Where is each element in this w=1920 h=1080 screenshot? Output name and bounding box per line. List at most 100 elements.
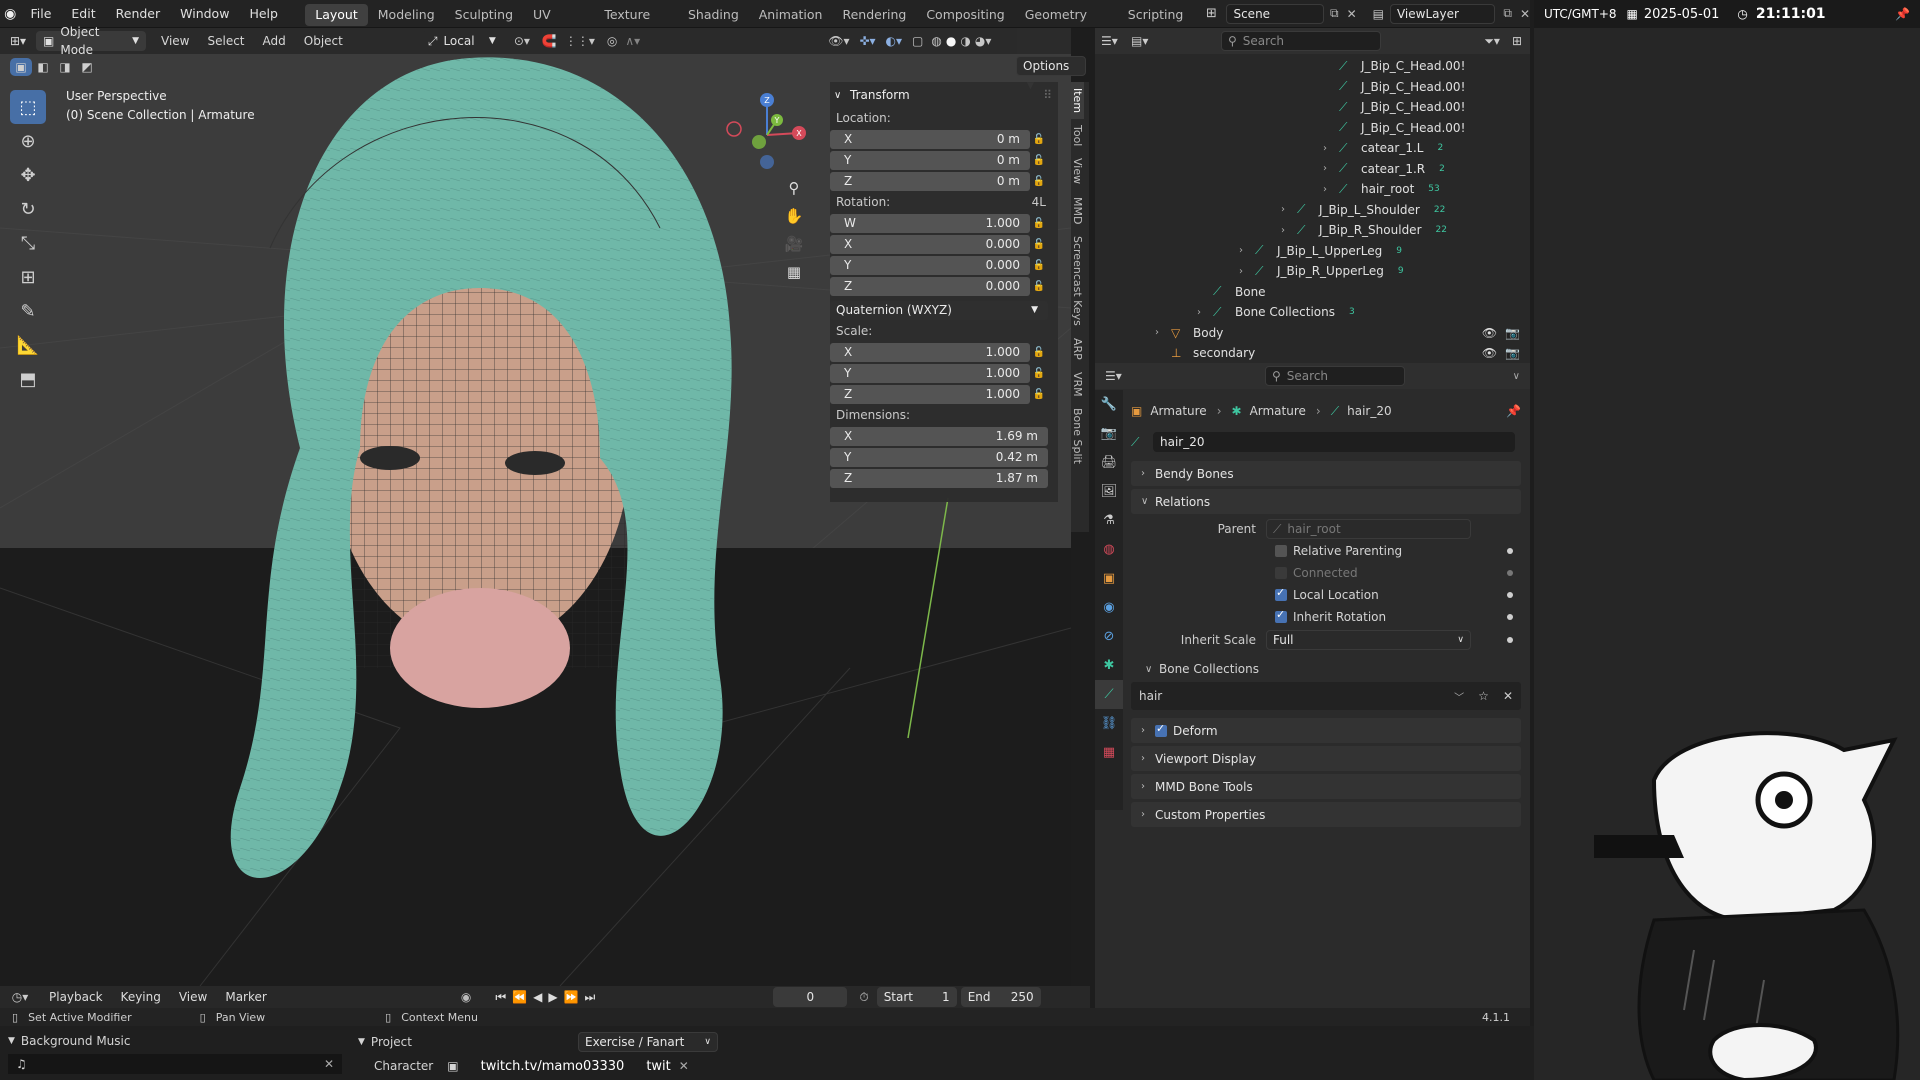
editor-type-icon[interactable]: ◷▾ [0, 990, 40, 1004]
outliner-search-input[interactable]: ⚲ Search [1221, 31, 1381, 51]
measure-icon[interactable]: 📐 [10, 328, 46, 362]
tab-texture-paint[interactable]: Texture Paint [594, 4, 678, 44]
inherit-rotation-checkbox[interactable] [1275, 608, 1287, 623]
location-x-field[interactable]: X0 m [830, 129, 1030, 149]
child-count-badge[interactable]: 3 [1349, 307, 1355, 317]
chevron-right-icon[interactable]: › [1323, 143, 1339, 154]
outliner-row[interactable]: ⟋ J_Bip_C_Head.00! [1095, 97, 1530, 118]
scene-selector[interactable]: Scene [1226, 3, 1324, 24]
chevron-down-icon[interactable]: ∨ [1513, 371, 1520, 382]
outliner-row[interactable]: › ⟋ J_Bip_L_UpperLeg 9 [1095, 241, 1530, 262]
select-subtract-icon[interactable]: ◨ [54, 58, 76, 76]
outliner-row[interactable]: ⟋ Bone [1095, 282, 1530, 303]
add-cube-icon[interactable]: ⬒ [10, 362, 46, 396]
panel-bendy-bones[interactable]: › Bendy Bones [1131, 461, 1521, 486]
scale-z-field[interactable]: Z 1.000 [830, 384, 1030, 404]
display-mode-icon[interactable]: ▤▾ [1131, 34, 1171, 48]
lock-icon[interactable]: 🔓 [1030, 260, 1048, 271]
transform-orientation-selector[interactable]: ⤢ Local ▼ [421, 31, 502, 51]
annotate-icon[interactable]: ✎ [10, 294, 46, 328]
lock-icon[interactable]: 🔓 [1030, 281, 1048, 292]
dimensions-z-field[interactable]: Z 1.87 m [830, 468, 1048, 488]
lock-icon[interactable]: 🔓 [1030, 218, 1048, 229]
jump-keyframe-forward-icon[interactable]: ⏩ [564, 990, 579, 1004]
proportional-edit-icon[interactable]: ◎ [607, 34, 617, 48]
lock-icon[interactable]: 🔓 [1030, 389, 1048, 400]
play-icon[interactable]: ▶ [548, 990, 557, 1004]
drag-handle-icon[interactable]: ⠿ [1043, 88, 1052, 102]
tab-modeling[interactable]: Modeling [368, 4, 445, 26]
connected-checkbox[interactable] [1275, 567, 1287, 579]
outliner-row[interactable]: › ⟋ catear_1.R 2 [1095, 159, 1530, 180]
tab-rendering[interactable]: Rendering [832, 4, 916, 26]
texture-tab-icon[interactable]: ▦ [1095, 738, 1123, 767]
chevron-right-icon[interactable]: › [1323, 163, 1339, 174]
timeline-menu-view[interactable]: View [170, 990, 216, 1004]
lock-icon[interactable]: 🔓 [1030, 155, 1048, 166]
mode-selector[interactable]: ▣ Object Mode ▼ [36, 25, 146, 57]
play-reverse-icon[interactable]: ◀ [533, 990, 542, 1004]
scale-x-field[interactable]: X 1.000 [830, 342, 1030, 362]
keyframe-dot-icon[interactable] [1507, 637, 1513, 643]
child-count-badge[interactable]: 2 [1439, 164, 1445, 174]
chevron-down-icon[interactable]: ﹀ [1454, 689, 1464, 704]
panel-relations[interactable]: ∨ Relations [1131, 489, 1521, 514]
relative-parenting-checkbox[interactable] [1275, 545, 1287, 557]
pin-icon[interactable]: 📌 [1506, 404, 1521, 418]
panel-deform[interactable]: ›Deform [1131, 718, 1521, 743]
shading-solid-icon[interactable]: ● [946, 34, 956, 48]
select-extend-icon[interactable]: ◧ [32, 58, 54, 76]
child-count-badge[interactable]: 9 [1396, 246, 1402, 256]
close-icon[interactable]: ✕ [324, 1057, 334, 1071]
navigation-gizmo[interactable]: Z X Y [722, 90, 812, 180]
gizmo-toggle-icon[interactable]: ✜▾ [859, 34, 875, 48]
background-music-header[interactable]: ▼ Background Music [8, 1032, 358, 1050]
menu-window[interactable]: Window [170, 0, 239, 28]
child-count-badge[interactable]: 22 [1436, 225, 1447, 235]
rotation-mode-dropdown[interactable]: Quaternion (WXYZ) ▼ [830, 300, 1048, 320]
jump-keyframe-back-icon[interactable]: ⏪ [512, 990, 527, 1004]
select-intersect-icon[interactable]: ◩ [76, 58, 98, 76]
falloff-icon[interactable]: ∧▾ [625, 34, 640, 48]
sidebar-tab-view[interactable]: View [1071, 152, 1084, 190]
outliner-row[interactable]: › ▽ Body 👁 📷 [1095, 323, 1530, 344]
tab-animation[interactable]: Animation [749, 4, 833, 26]
new-viewlayer-icon[interactable]: ⧉ [1503, 6, 1512, 21]
outliner-row[interactable]: › ⟋ Bone Collections 3 [1095, 302, 1530, 323]
panel-mmd-bone-tools[interactable]: › MMD Bone Tools [1131, 774, 1521, 799]
sidebar-tab-arp[interactable]: ARP [1071, 332, 1084, 366]
chevron-right-icon[interactable]: › [1239, 266, 1255, 277]
outliner-row[interactable]: ⟋ J_Bip_C_Head.00! [1095, 56, 1530, 77]
snap-icon[interactable]: 🧲 [542, 34, 557, 48]
sidebar-tab-vrm[interactable]: VRM [1071, 366, 1084, 403]
pivot-icon[interactable]: ⊙▾ [514, 34, 530, 48]
close-icon[interactable]: ✕ [1503, 689, 1513, 703]
record-icon[interactable]: ◉ [461, 990, 471, 1004]
sidebar-tab-screencast-keys[interactable]: Screencast Keys [1071, 230, 1084, 332]
timeline-menu-playback[interactable]: Playback [40, 990, 112, 1004]
rotation-lock-badge[interactable]: 4L [1032, 192, 1046, 212]
menu-file[interactable]: File [20, 0, 61, 28]
child-count-badge[interactable]: 22 [1434, 205, 1445, 215]
delete-scene-icon[interactable]: ✕ [1347, 7, 1357, 21]
viewlayer-selector[interactable]: ViewLayer [1389, 3, 1496, 24]
rotation-x-field[interactable]: X 0.000 [830, 234, 1030, 254]
dimensions-y-field[interactable]: Y 0.42 m [830, 447, 1048, 467]
timeline-menu-keying[interactable]: Keying [112, 990, 170, 1004]
jump-end-icon[interactable]: ⏭ [585, 990, 596, 1005]
keyframe-dot-icon[interactable] [1507, 614, 1513, 620]
lock-icon[interactable]: 🔓 [1030, 239, 1048, 250]
tab-scripting[interactable]: Scripting [1118, 4, 1194, 26]
new-collection-icon[interactable]: ⊞ [1512, 34, 1522, 48]
output-tab-icon[interactable]: 🖨 [1095, 448, 1123, 477]
sidebar-tab-mmd[interactable]: MMD [1071, 191, 1084, 230]
outliner-row[interactable]: › ⟋ J_Bip_R_Shoulder 22 [1095, 220, 1530, 241]
location-z-field[interactable]: Z0 m [830, 171, 1030, 191]
scene-tab-icon[interactable]: ⚗ [1095, 506, 1123, 535]
overlay-toggle-icon[interactable]: ◐▾ [886, 34, 903, 48]
tool-tab-icon[interactable]: 🔧 [1095, 390, 1123, 419]
delete-viewlayer-icon[interactable]: ✕ [1520, 7, 1530, 21]
chevron-right-icon[interactable]: › [1281, 204, 1297, 215]
bone-tab-icon[interactable]: ⟋ [1095, 680, 1123, 709]
object-tab-icon[interactable]: ▣ [1095, 564, 1123, 593]
